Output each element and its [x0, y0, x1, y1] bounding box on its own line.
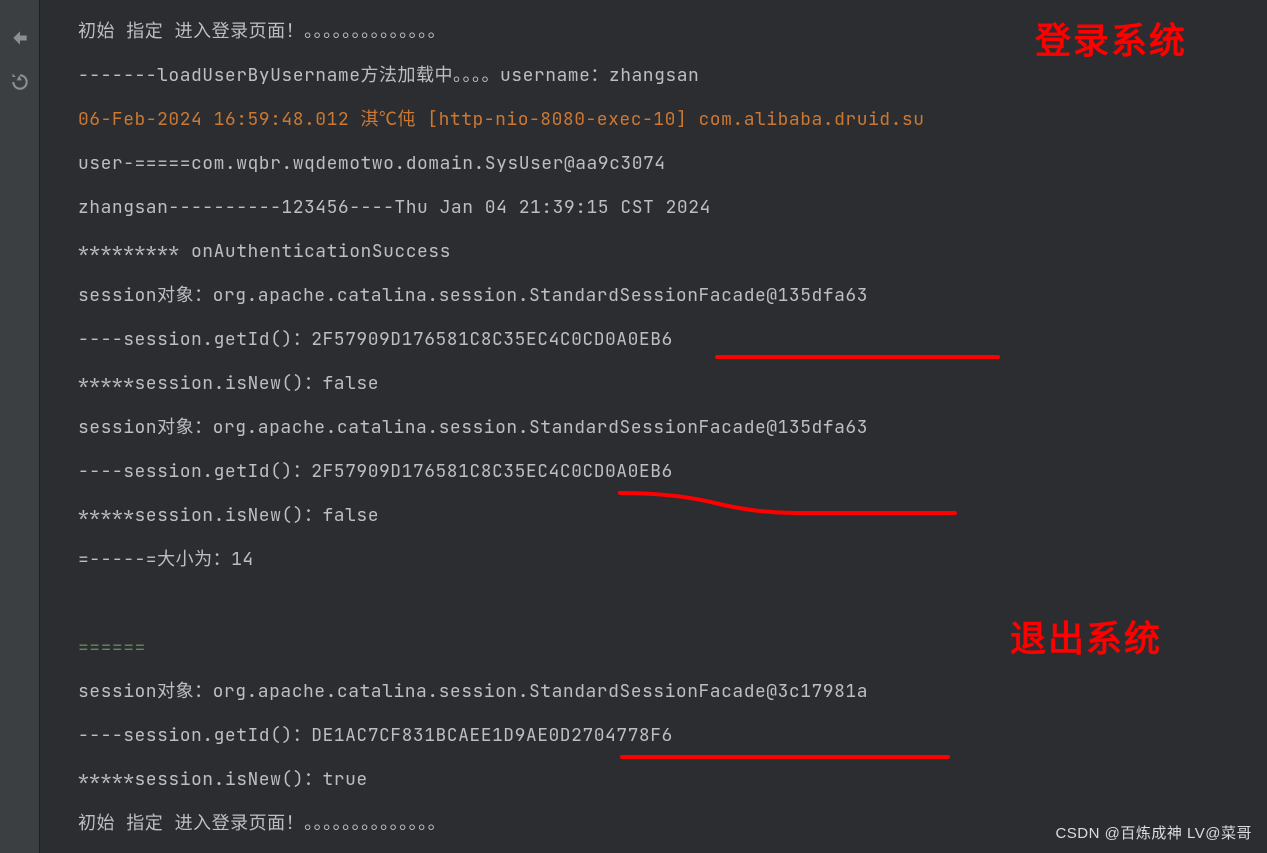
- annotation-underline: [715, 355, 1000, 359]
- log-line: *****session.isNew()：true: [78, 758, 1252, 802]
- annotation-underline: [620, 755, 950, 759]
- log-line: ----session.getId()：DE1AC7CF831BCAEE1D9A…: [78, 714, 1252, 758]
- annotation-login: 登录系统: [1035, 12, 1187, 64]
- log-line: session对象：org.apache.catalina.session.St…: [78, 274, 1252, 318]
- log-line: user-=====com.wqbr.wqdemotwo.domain.SysU…: [78, 142, 1252, 186]
- app-container: 初始 指定 进入登录页面！。。。。。。。。。。。。。。 -------loadU…: [0, 0, 1267, 853]
- console-output[interactable]: 初始 指定 进入登录页面！。。。。。。。。。。。。。。 -------loadU…: [40, 0, 1267, 853]
- log-line: *****session.isNew()：false: [78, 362, 1252, 406]
- log-line: session对象：org.apache.catalina.session.St…: [78, 670, 1252, 714]
- log-line: =-----=大小为：14: [78, 538, 1252, 582]
- log-line: ********* onAuthenticationSuccess: [78, 230, 1252, 274]
- refresh-icon[interactable]: [10, 72, 30, 92]
- collapse-icon[interactable]: [10, 28, 30, 48]
- log-line: session对象：org.apache.catalina.session.St…: [78, 406, 1252, 450]
- log-line: ----session.getId()：2F57909D176581C8C35E…: [78, 318, 1252, 362]
- sidebar: [0, 0, 40, 853]
- watermark: CSDN @百炼成神 LV@菜哥: [1055, 822, 1252, 843]
- annotation-underline-curve: [615, 485, 975, 525]
- log-line: zhangsan----------123456----Thu Jan 04 2…: [78, 186, 1252, 230]
- log-line: 06-Feb-2024 16:59:48.012 淇℃伅 [http-nio-8…: [78, 98, 1252, 142]
- annotation-logout: 退出系统: [1010, 610, 1162, 662]
